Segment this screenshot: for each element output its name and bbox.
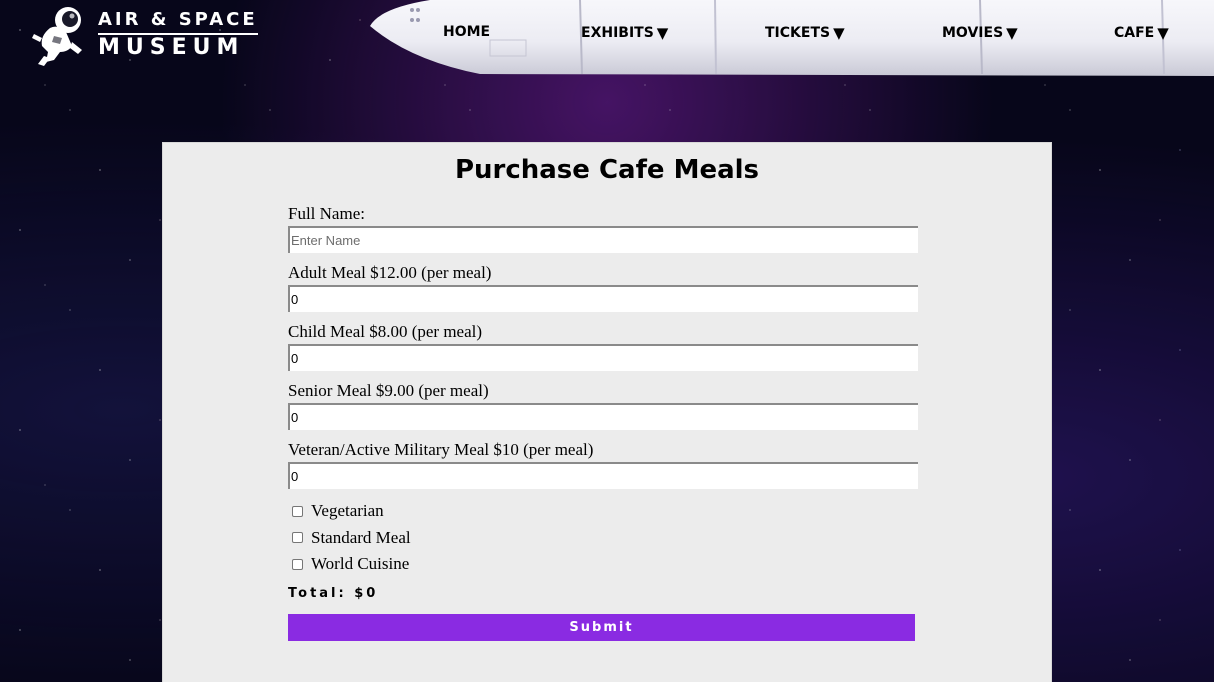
veteran-meal-quantity-input[interactable] [288,462,918,489]
adult-meal-quantity-input[interactable] [288,285,918,312]
vegetarian-label: Vegetarian [311,501,384,521]
order-total: Total: $0 [288,585,379,601]
nav-home[interactable]: HOME [443,24,490,40]
caret-down-icon: ▼ [656,24,669,42]
nav-cafe[interactable]: CAFE ▼ [1114,24,1169,42]
senior-meal-quantity-input[interactable] [288,403,918,430]
site-header: AIR & SPACE MUSEUM HOME EXHIBITS ▼ TICKE… [0,0,1214,80]
nav-tickets-label: TICKETS [765,25,831,41]
submit-button[interactable]: Submit [288,613,915,641]
nav-movies[interactable]: MOVIES ▼ [942,24,1018,42]
full-name-label: Full Name: [288,204,365,223]
world-cuisine-label: World Cuisine [311,554,410,574]
senior-meal-label: Senior Meal $9.00 (per meal) [288,381,489,400]
child-meal-label: Child Meal $8.00 (per meal) [288,322,483,341]
standard-meal-label: Standard Meal [311,527,411,547]
standard-meal-option[interactable]: Standard Meal [288,525,920,552]
caret-down-icon: ▼ [1157,24,1169,42]
cafe-meal-form: Full Name: Adult Meal $12.00 (per meal) … [288,203,920,641]
nav-cafe-label: CAFE [1114,25,1155,41]
cafe-order-panel: Purchase Cafe Meals Full Name: Adult Mea… [162,142,1052,682]
standard-meal-checkbox[interactable] [292,532,303,544]
child-meal-quantity-input[interactable] [288,344,918,371]
nav-tickets[interactable]: TICKETS ▼ [765,24,845,42]
nav-exhibits-label: EXHIBITS [581,25,654,41]
nav-home-label: HOME [443,24,491,40]
veteran-meal-label: Veteran/Active Military Meal $10 (per me… [288,440,594,459]
nav-exhibits[interactable]: EXHIBITS ▼ [581,24,668,42]
adult-meal-label: Adult Meal $12.00 (per meal) [288,263,492,282]
page-title: Purchase Cafe Meals [454,155,760,185]
world-cuisine-checkbox[interactable] [292,558,303,570]
caret-down-icon: ▼ [1006,24,1018,42]
full-name-input[interactable] [288,226,918,253]
nav-movies-label: MOVIES [942,25,1004,41]
main-nav: HOME EXHIBITS ▼ TICKETS ▼ MOVIES ▼ CAFE … [0,24,1214,46]
world-cuisine-option[interactable]: World Cuisine [288,551,920,578]
vegetarian-option[interactable]: Vegetarian [288,498,920,525]
vegetarian-checkbox[interactable] [292,505,303,517]
caret-down-icon: ▼ [833,24,845,42]
